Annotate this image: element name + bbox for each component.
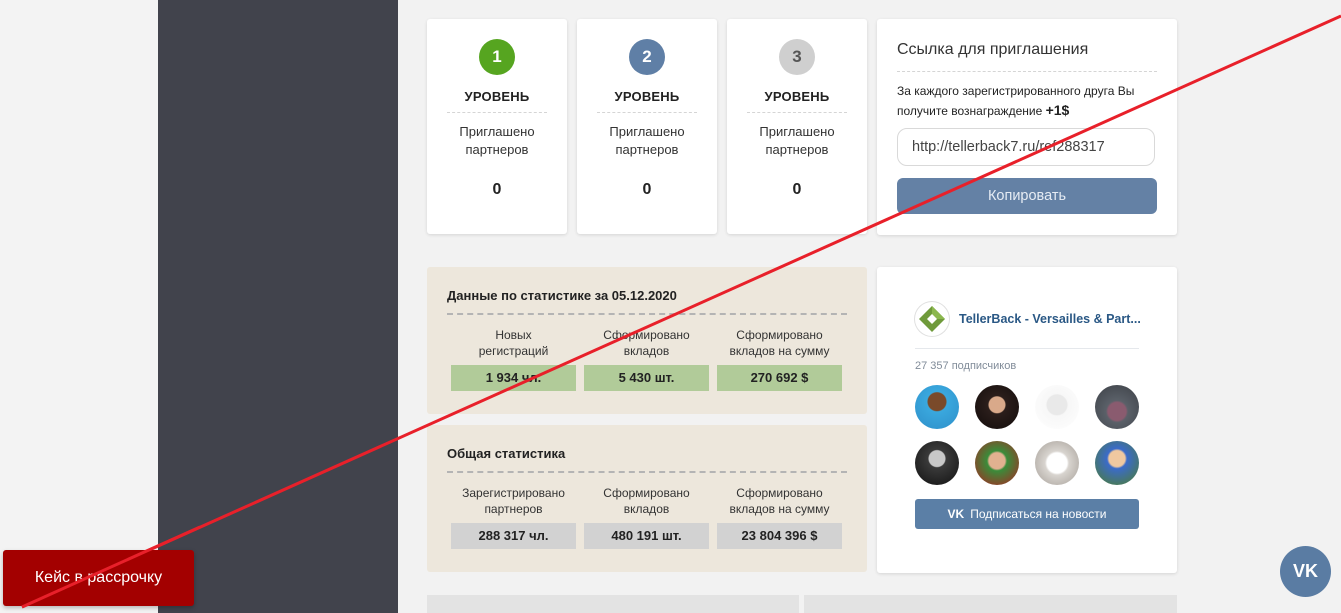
level-badge: 3 (779, 39, 815, 75)
avatar[interactable] (1095, 385, 1139, 429)
level-title: УРОВЕНЬ (614, 89, 680, 104)
level-description: Приглашено партнеров (427, 123, 567, 159)
invite-title: Ссылка для приглашения (897, 41, 1089, 58)
level-title: УРОВЕНЬ (464, 89, 530, 104)
level-count: 0 (492, 181, 502, 198)
stat-label-line: Новых (495, 328, 532, 342)
stat-label: Сформировано вкладов (584, 485, 709, 517)
installment-case-button[interactable]: Кейс в рассрочку (3, 550, 194, 606)
divider (447, 313, 847, 315)
level-badge: 1 (479, 39, 515, 75)
avatar[interactable] (1035, 385, 1079, 429)
level-description: Приглашено партнеров (577, 123, 717, 159)
stat-column: Зарегистрировано партнеров 288 317 чл. (451, 485, 576, 549)
stat-label-line: вкладов (623, 502, 670, 516)
stat-label-line: регистраций (478, 344, 549, 358)
copy-button[interactable]: Копировать (897, 178, 1157, 214)
avatar[interactable] (1035, 441, 1079, 485)
tellerback-diamond-icon[interactable] (915, 302, 949, 336)
divider (897, 71, 1157, 72)
invite-reward: +1$ (1045, 102, 1070, 118)
stat-column: Сформировано вкладов 5 430 шт. (584, 327, 709, 391)
vk-floating-icon[interactable]: VK (1280, 546, 1331, 597)
invite-text: За каждого зарегистрированного друга Вы … (897, 84, 1135, 118)
stat-column: Новых регистраций 1 934 чл. (451, 327, 576, 391)
avatar[interactable] (915, 385, 959, 429)
vk-subscriber-count: 27 357 подписчиков (915, 360, 1017, 372)
level-card-2: 2 УРОВЕНЬ Приглашено партнеров 0 (577, 19, 717, 234)
stat-label: Сформировано вкладов на сумму (717, 485, 842, 517)
avatar[interactable] (915, 441, 959, 485)
stat-label-line: партнеров (484, 502, 543, 516)
total-stats-title: Общая статистика (447, 446, 566, 461)
vk-subscribe-label: Подписаться на новости (970, 507, 1107, 521)
vk-subscribe-button[interactable]: VK Подписаться на новости (915, 499, 1139, 529)
level-description-line: партнеров (465, 142, 529, 157)
stat-column: Сформировано вкладов 480 191 шт. (584, 485, 709, 549)
level-count: 0 (792, 181, 802, 198)
stat-label-line: Сформировано (736, 486, 823, 500)
stat-label: Сформировано вкладов (584, 327, 709, 359)
divider (597, 112, 697, 113)
bottom-panel (427, 595, 799, 613)
stat-value: 270 692 $ (717, 365, 842, 391)
stat-value: 5 430 шт. (584, 365, 709, 391)
level-description-line: Приглашено (459, 124, 535, 139)
level-count: 0 (642, 181, 652, 198)
stat-label-line: Сформировано (603, 328, 690, 342)
daily-stats-title: Данные по статистике за 05.12.2020 (447, 288, 677, 303)
level-description-line: партнеров (765, 142, 829, 157)
divider (747, 112, 847, 113)
avatar[interactable] (975, 385, 1019, 429)
stat-value: 288 317 чл. (451, 523, 576, 549)
level-title: УРОВЕНЬ (764, 89, 830, 104)
avatar[interactable] (975, 441, 1019, 485)
invite-description: За каждого зарегистрированного друга Вы … (897, 82, 1162, 121)
stat-label-line: вкладов на сумму (729, 502, 830, 516)
vk-logo-icon: VK (947, 507, 965, 521)
level-card-1: 1 УРОВЕНЬ Приглашено партнеров 0 (427, 19, 567, 234)
stat-column: Сформировано вкладов на сумму 23 804 396… (717, 485, 842, 549)
avatar[interactable] (1095, 441, 1139, 485)
level-description-line: партнеров (615, 142, 679, 157)
level-description-line: Приглашено (759, 124, 835, 139)
stat-label: Зарегистрировано партнеров (451, 485, 576, 517)
stat-label-line: Зарегистрировано (462, 486, 565, 500)
divider (447, 471, 847, 473)
referral-link-input[interactable] (897, 128, 1155, 166)
vk-community-widget: TellerBack - Versailles & Part... 27 357… (877, 267, 1177, 573)
daily-stats-panel: Данные по статистике за 05.12.2020 Новых… (427, 267, 867, 414)
invite-card: Ссылка для приглашения За каждого зареги… (877, 19, 1177, 235)
stat-label-line: Сформировано (603, 486, 690, 500)
stat-value: 23 804 396 $ (717, 523, 842, 549)
level-card-3: 3 УРОВЕНЬ Приглашено партнеров 0 (727, 19, 867, 234)
level-description: Приглашено партнеров (727, 123, 867, 159)
level-badge: 2 (629, 39, 665, 75)
stat-column: Сформировано вкладов на сумму 270 692 $ (717, 327, 842, 391)
level-description-line: Приглашено (609, 124, 685, 139)
divider (447, 112, 547, 113)
vk-group-name-link[interactable]: TellerBack - Versailles & Part... (959, 312, 1141, 326)
stat-label-line: вкладов (623, 344, 670, 358)
divider (915, 348, 1139, 349)
total-stats-panel: Общая статистика Зарегистрировано партне… (427, 425, 867, 572)
stat-value: 480 191 шт. (584, 523, 709, 549)
stat-label-line: Сформировано (736, 328, 823, 342)
stat-label-line: вкладов на сумму (729, 344, 830, 358)
stat-label: Сформировано вкладов на сумму (717, 327, 842, 359)
stat-value: 1 934 чл. (451, 365, 576, 391)
left-margin (0, 0, 158, 613)
stat-label: Новых регистраций (451, 327, 576, 359)
bottom-panel (804, 595, 1177, 613)
sidebar (158, 0, 398, 613)
